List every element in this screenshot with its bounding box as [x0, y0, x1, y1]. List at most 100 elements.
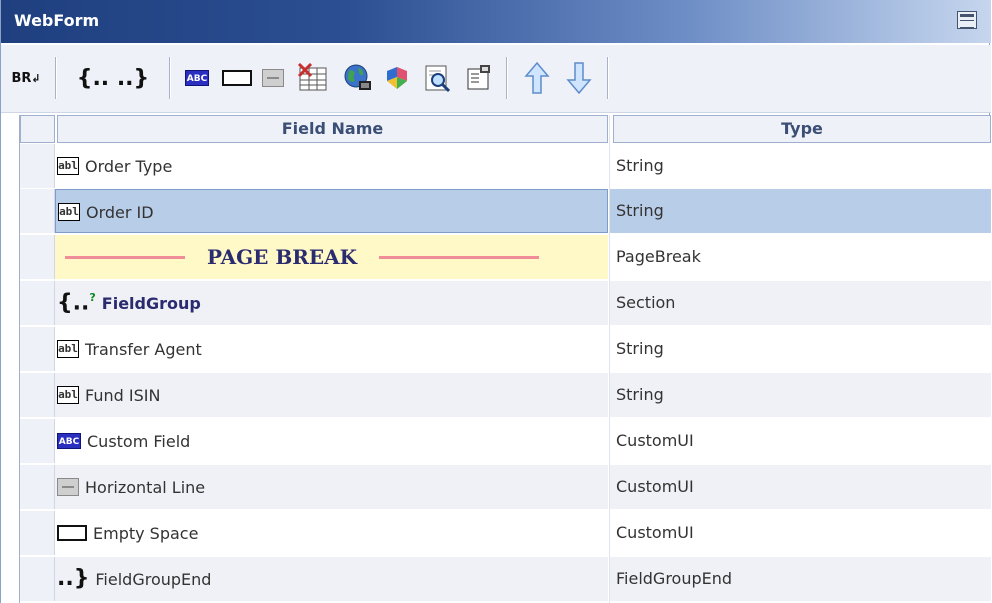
field-name: Fund ISIN — [85, 385, 161, 405]
horizontal-line-icon — [57, 478, 79, 496]
delete-icon — [297, 63, 327, 91]
toolbar-separator — [506, 57, 508, 99]
puzzle-button[interactable] — [381, 64, 415, 92]
field-type[interactable]: CustomUI — [610, 465, 991, 509]
field-group-sup: ? — [89, 290, 96, 304]
row-selector[interactable] — [20, 327, 55, 371]
row-selector[interactable] — [20, 235, 55, 279]
field-name: FieldGroup — [101, 293, 201, 313]
field-name: Custom Field — [87, 431, 191, 451]
field-type[interactable]: String — [610, 189, 991, 233]
abl-icon: abl — [58, 203, 80, 221]
table-row[interactable]: PAGE BREAK PageBreak — [1, 235, 991, 279]
toolbar-separator — [607, 57, 609, 99]
delete-button[interactable] — [295, 63, 331, 92]
field-group-icon: {..? — [57, 290, 96, 316]
field-name-cell[interactable]: abl Fund ISIN — [55, 373, 608, 417]
row-selector[interactable] — [20, 419, 55, 463]
field-type[interactable]: PageBreak — [610, 235, 991, 279]
field-type[interactable]: CustomUI — [610, 511, 991, 555]
row-selector[interactable] — [20, 511, 55, 555]
field-group-icon: {.. ..} — [76, 65, 150, 91]
field-type[interactable]: Section — [610, 281, 991, 325]
select-all-header[interactable] — [20, 115, 55, 143]
column-header-type[interactable]: Type — [613, 115, 991, 143]
field-name-cell[interactable]: abl Order Type — [55, 144, 608, 188]
field-name-cell[interactable]: Horizontal Line — [55, 465, 608, 509]
field-name-cell[interactable]: {..? FieldGroup — [55, 281, 608, 325]
move-up-icon — [524, 61, 550, 94]
table-row[interactable]: abl Order Type String — [1, 144, 991, 188]
properties-button[interactable] — [461, 64, 497, 92]
abl-icon: abl — [57, 157, 79, 175]
line-break-icon: BR↲ — [11, 70, 41, 86]
empty-space-icon — [222, 70, 252, 86]
field-type[interactable]: String — [610, 373, 991, 417]
page-break-line-left — [65, 255, 185, 259]
custom-field-icon: ABC — [185, 70, 209, 86]
title-bar: WebForm — [1, 0, 991, 43]
row-selector[interactable] — [20, 557, 55, 601]
globe-button[interactable] — [341, 64, 375, 92]
line-break-button[interactable]: BR↲ — [11, 64, 41, 92]
horizontal-line-button[interactable] — [259, 64, 285, 92]
fields-grid: Field Name Type abl Order Type String abl… — [1, 115, 991, 603]
empty-space-button[interactable] — [219, 64, 253, 92]
table-row[interactable]: abl Transfer Agent String — [1, 327, 991, 371]
form-layout-icon[interactable] — [957, 11, 977, 29]
field-group-button[interactable]: {.. ..} — [69, 64, 157, 92]
properties-icon — [467, 65, 490, 90]
puzzle-icon — [387, 67, 407, 89]
field-name: FieldGroupEnd — [95, 569, 212, 589]
webform-window: WebForm BR↲ {.. ..} ABC Field Name Type … — [0, 0, 991, 603]
toolbar-separator — [169, 57, 171, 99]
empty-space-icon — [57, 525, 87, 541]
field-name-cell[interactable]: abl Transfer Agent — [55, 327, 608, 371]
page-break-line-right — [379, 255, 540, 259]
table-row[interactable]: abl Order ID String — [1, 189, 991, 233]
window-title: WebForm — [14, 11, 100, 30]
toolbar: BR↲ {.. ..} ABC — [1, 45, 991, 113]
row-selector[interactable] — [20, 189, 55, 233]
abc-icon: ABC — [57, 433, 81, 449]
field-group-end-icon: ..} — [57, 566, 90, 591]
page-break-label: PAGE BREAK — [207, 245, 358, 269]
field-name-cell[interactable]: ABC Custom Field — [55, 419, 608, 463]
move-down-button[interactable] — [561, 62, 597, 95]
row-selector[interactable] — [20, 465, 55, 509]
move-down-icon — [566, 62, 592, 95]
table-row[interactable]: ABC Custom Field CustomUI — [1, 419, 991, 463]
globe-icon — [344, 64, 371, 90]
row-selector[interactable] — [20, 144, 55, 188]
field-name: Horizontal Line — [85, 477, 206, 497]
field-name: Order Type — [85, 156, 173, 176]
field-type[interactable]: String — [610, 144, 991, 188]
abl-icon: abl — [57, 386, 79, 404]
row-selector[interactable] — [20, 373, 55, 417]
preview-icon — [425, 65, 451, 93]
field-name-cell[interactable]: Empty Space — [55, 511, 608, 555]
field-name: Order ID — [86, 202, 154, 222]
table-row[interactable]: Horizontal Line CustomUI — [1, 465, 991, 509]
field-name-cell[interactable]: abl Order ID — [55, 189, 608, 233]
table-row[interactable]: {..? FieldGroup Section — [1, 281, 991, 325]
field-name: Transfer Agent — [85, 339, 202, 359]
custom-field-button[interactable]: ABC — [181, 64, 211, 92]
table-row[interactable]: abl Fund ISIN String — [1, 373, 991, 417]
row-selector[interactable] — [20, 281, 55, 325]
table-row[interactable]: ..} FieldGroupEnd FieldGroupEnd — [1, 557, 991, 601]
line-break-label: BR — [11, 70, 32, 86]
toolbar-separator — [55, 57, 57, 99]
field-name-cell[interactable]: PAGE BREAK — [55, 235, 608, 279]
column-header-field-name[interactable]: Field Name — [57, 115, 608, 143]
horizontal-line-icon — [262, 69, 284, 87]
preview-button[interactable] — [421, 64, 455, 93]
table-row[interactable]: Empty Space CustomUI — [1, 511, 991, 555]
field-type[interactable]: CustomUI — [610, 419, 991, 463]
field-type[interactable]: String — [610, 327, 991, 371]
field-type[interactable]: FieldGroupEnd — [610, 557, 991, 601]
field-name: Empty Space — [93, 523, 199, 543]
page-break-icon: PAGE BREAK — [65, 235, 545, 279]
field-name-cell[interactable]: ..} FieldGroupEnd — [55, 557, 608, 601]
move-up-button[interactable] — [519, 61, 555, 94]
